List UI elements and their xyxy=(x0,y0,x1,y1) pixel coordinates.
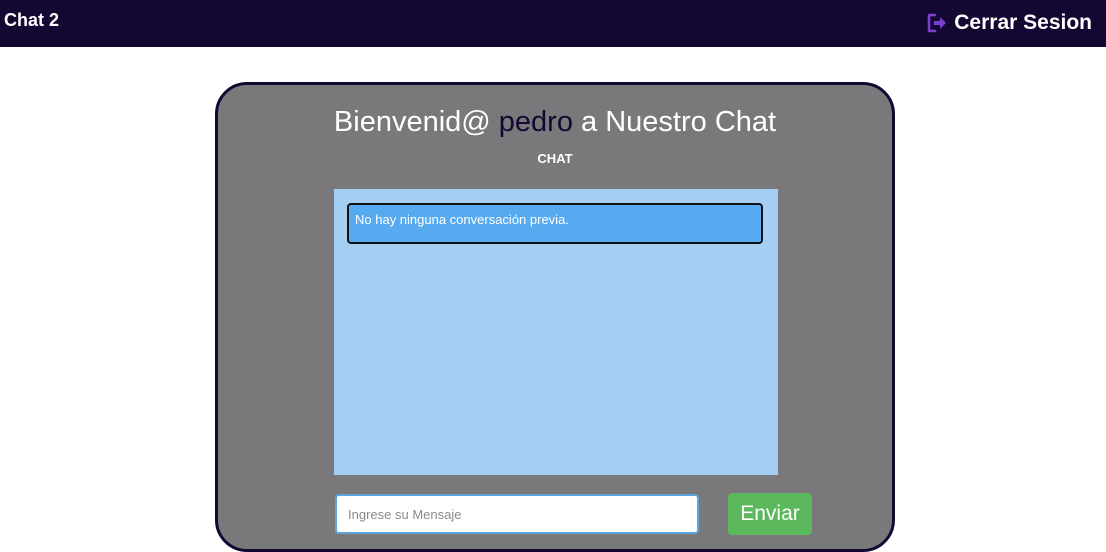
sign-out-icon xyxy=(926,12,948,34)
message-input[interactable] xyxy=(335,494,699,534)
logout-button[interactable]: Cerrar Sesion xyxy=(926,11,1092,35)
brand-title[interactable]: Chat 2 xyxy=(4,10,59,31)
welcome-prefix: Bienvenid@ xyxy=(333,106,491,138)
chat-card: Bienvenid@ pedro a Nuestro Chat CHAT No … xyxy=(215,82,895,552)
welcome-suffix: a Nuestro Chat xyxy=(581,106,777,138)
top-navbar: Chat 2 Cerrar Sesion xyxy=(0,0,1106,47)
username: pedro xyxy=(498,106,573,138)
message-bubble: No hay ninguna conversación previa. xyxy=(347,203,763,244)
send-button[interactable]: Enviar xyxy=(728,493,812,535)
chat-subtitle: CHAT xyxy=(537,151,573,166)
chat-messages-panel[interactable]: No hay ninguna conversación previa. xyxy=(334,189,778,475)
welcome-heading: Bienvenid@ pedro a Nuestro Chat xyxy=(218,106,892,139)
logout-label: Cerrar Sesion xyxy=(954,11,1092,34)
